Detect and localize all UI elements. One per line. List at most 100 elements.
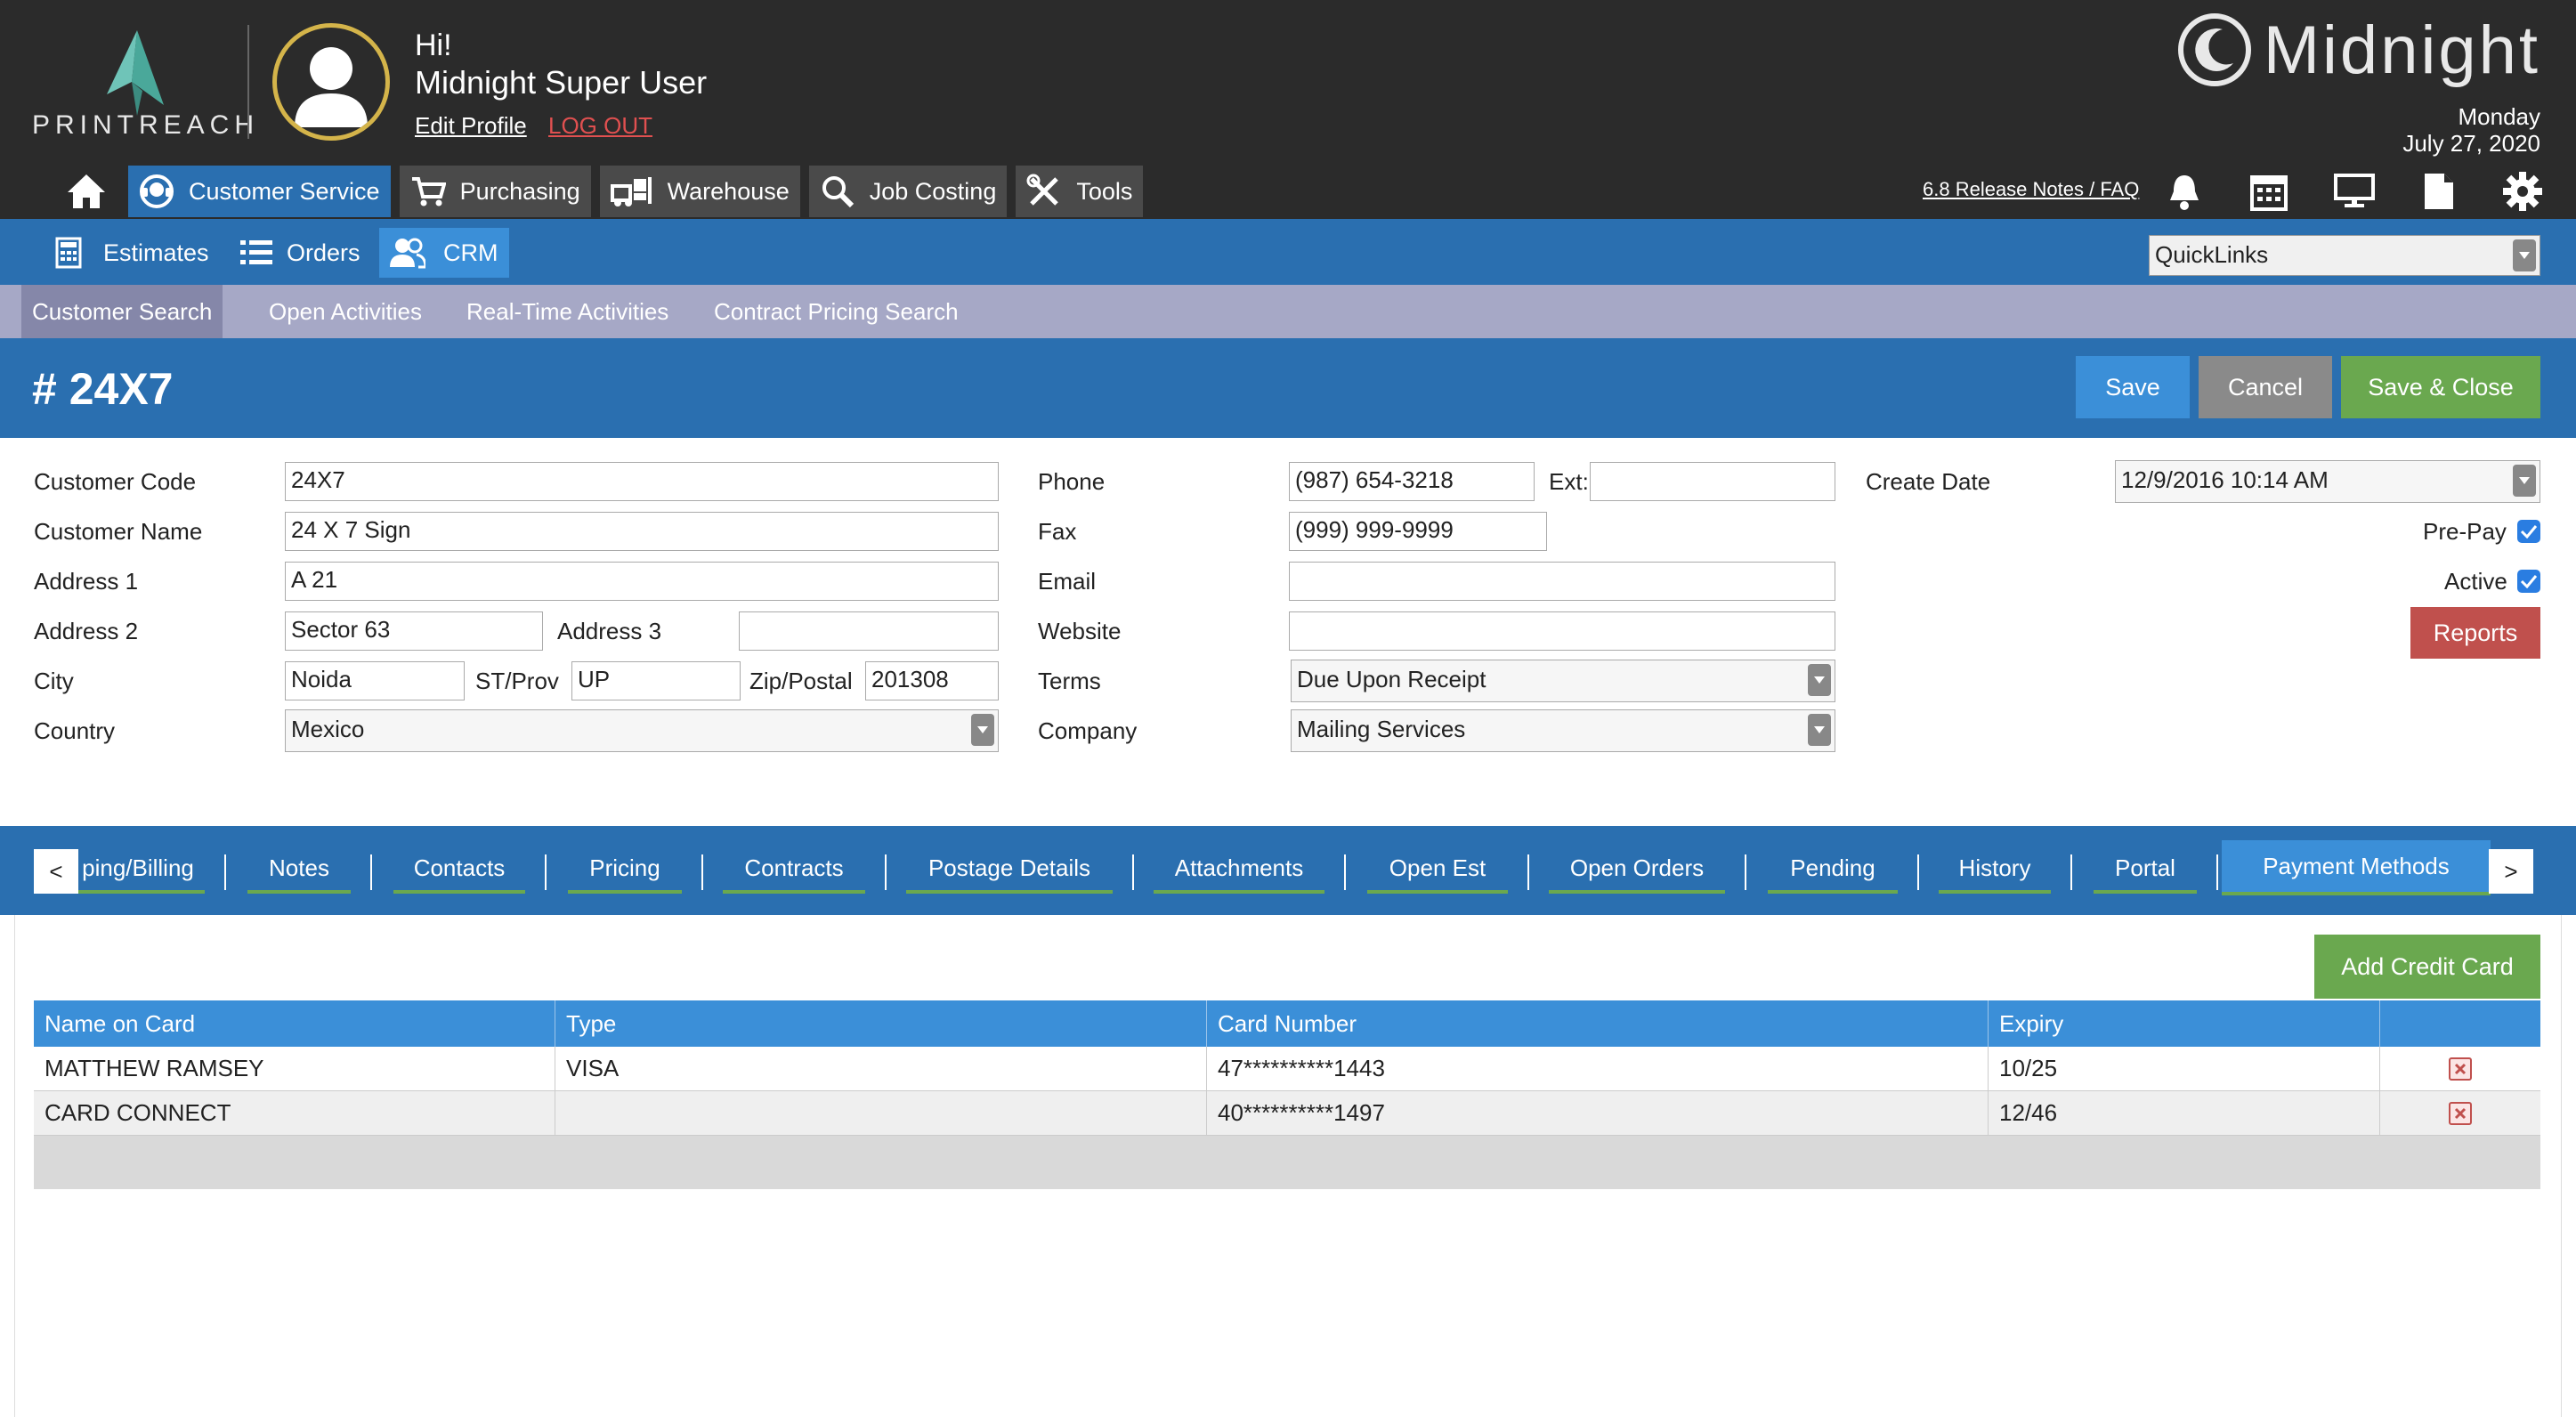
tab-open-est[interactable]: Open Est <box>1367 846 1508 894</box>
notifications-button[interactable] <box>2167 166 2202 217</box>
checkmark-icon <box>2520 525 2538 538</box>
company-select[interactable]: Mailing Services <box>1291 709 1835 752</box>
table-footer <box>34 1136 2540 1189</box>
nav-tools[interactable]: Tools <box>1016 166 1144 217</box>
ext-field[interactable] <box>1590 462 1835 501</box>
nav-purchasing[interactable]: Purchasing <box>399 166 591 217</box>
create-date-select[interactable]: 12/9/2016 10:14 AM <box>2115 460 2540 503</box>
tab-open-orders[interactable]: Open Orders <box>1549 846 1725 894</box>
fax-field[interactable]: (999) 999-9999 <box>1289 512 1547 551</box>
reports-button[interactable]: Reports <box>2410 607 2540 659</box>
chevron-down-icon <box>2513 465 2536 497</box>
prepay-checkbox[interactable] <box>2517 520 2540 543</box>
subnav-orders[interactable]: Orders <box>230 228 371 278</box>
nav-job-costing[interactable]: Job Costing <box>808 166 1008 217</box>
moon-logo-icon <box>2177 13 2251 86</box>
tab-portal[interactable]: Portal <box>2094 846 2197 894</box>
logout-link[interactable]: LOG OUT <box>548 112 652 140</box>
calendar-button[interactable] <box>2250 166 2288 217</box>
delete-icon[interactable] <box>2449 1101 2472 1125</box>
column-header[interactable]: Name on Card <box>34 1000 555 1047</box>
delete-icon[interactable] <box>2449 1057 2472 1081</box>
tab-contracts[interactable]: Contracts <box>723 846 865 894</box>
nav-label: Warehouse <box>667 177 790 205</box>
add-credit-card-button[interactable]: Add Credit Card <box>2314 935 2540 999</box>
customer-form: Customer Code 24X7 Customer Name 24 X 7 … <box>0 438 2576 826</box>
tab-pending[interactable]: Pending <box>1768 846 1898 894</box>
release-notes-link[interactable]: 6.8 Release Notes / FAQ <box>1923 178 2139 201</box>
customer-code-field[interactable]: 24X7 <box>285 462 999 501</box>
column-header[interactable]: Card Number <box>1207 1000 1989 1047</box>
zip-field[interactable]: 201308 <box>865 661 999 700</box>
tab-contacts[interactable]: Contacts <box>393 846 525 894</box>
display-button[interactable] <box>2334 166 2375 217</box>
save-close-button[interactable]: Save & Close <box>2341 356 2540 418</box>
tert-contract-pricing-search[interactable]: Contract Pricing Search <box>703 285 969 338</box>
tabs-scroll-left[interactable]: < <box>34 849 78 894</box>
document-button[interactable] <box>2423 166 2455 217</box>
tert-customer-search[interactable]: Customer Search <box>21 285 223 338</box>
quicklinks-select[interactable]: QuickLinks <box>2149 235 2540 276</box>
tab-divider <box>1527 854 1529 890</box>
phone-field[interactable]: (987) 654-3218 <box>1289 462 1535 501</box>
save-button[interactable]: Save <box>2076 356 2190 418</box>
subnav-label: Estimates <box>103 239 209 266</box>
stprov-field[interactable]: UP <box>571 661 741 700</box>
column-header[interactable]: Type <box>555 1000 1207 1047</box>
column-header[interactable]: Expiry <box>1989 1000 2380 1047</box>
cell-type <box>555 1091 1207 1135</box>
table-row[interactable]: CARD CONNECT 40**********1497 12/46 <box>34 1091 2540 1136</box>
subnav-crm[interactable]: CRM <box>379 228 509 278</box>
tab-attachments[interactable]: Attachments <box>1154 846 1324 894</box>
email-field[interactable] <box>1289 562 1835 601</box>
customer-name-field[interactable]: 24 X 7 Sign <box>285 512 999 551</box>
fax-label: Fax <box>1038 518 1077 545</box>
tert-realtime-activities[interactable]: Real-Time Activities <box>456 285 679 338</box>
subnav-label: Orders <box>287 239 360 266</box>
calendar-icon <box>2250 175 2288 211</box>
tabs-scroll-right[interactable]: > <box>2489 849 2533 894</box>
subnav-estimates[interactable]: Estimates <box>45 228 220 278</box>
nav-label: Job Costing <box>869 177 997 205</box>
customer-name-label: Customer Name <box>34 518 203 545</box>
cancel-button[interactable]: Cancel <box>2199 356 2332 418</box>
list-icon <box>240 240 272 264</box>
phone-label: Phone <box>1038 468 1106 495</box>
active-checkbox[interactable] <box>2517 570 2540 593</box>
tab-divider <box>1745 854 1746 890</box>
address3-field[interactable] <box>739 611 999 651</box>
country-select[interactable]: Mexico <box>285 709 999 752</box>
city-field[interactable]: Noida <box>285 661 465 700</box>
terms-select[interactable]: Due Upon Receipt <box>1291 660 1835 702</box>
home-button[interactable] <box>53 166 119 217</box>
tab-history[interactable]: History <box>1939 846 2051 894</box>
chevron-down-icon <box>2513 239 2536 271</box>
tab-divider <box>545 854 547 890</box>
nav-warehouse[interactable]: Warehouse <box>599 166 800 217</box>
page-title: # 24X7 <box>32 364 174 414</box>
table-row[interactable]: MATTHEW RAMSEY VISA 47**********1443 10/… <box>34 1047 2540 1091</box>
address2-field[interactable]: Sector 63 <box>285 611 543 651</box>
tab-notes[interactable]: Notes <box>247 846 351 894</box>
home-icon <box>68 174 105 208</box>
settings-button[interactable] <box>2503 166 2542 217</box>
gear-icon <box>2503 172 2542 211</box>
tab-shipping-billing[interactable]: ping/Billing <box>71 846 205 894</box>
avatar[interactable] <box>272 23 390 141</box>
create-date-label: Create Date <box>1866 468 1991 495</box>
address1-field[interactable]: A 21 <box>285 562 999 601</box>
zip-label: Zip/Postal <box>749 668 853 694</box>
forklift-icon <box>610 177 652 206</box>
nav-customer-service[interactable]: Customer Service <box>128 166 391 217</box>
tertiary-nav: Customer Search Open Activities Real-Tim… <box>0 285 2576 338</box>
tert-open-activities[interactable]: Open Activities <box>258 285 433 338</box>
terms-label: Terms <box>1038 668 1101 694</box>
tab-postage-details[interactable]: Postage Details <box>906 846 1113 894</box>
tab-divider <box>224 854 226 890</box>
tab-payment-methods[interactable]: Payment Methods <box>2222 840 2491 895</box>
website-field[interactable] <box>1289 611 1835 651</box>
cell-actions <box>2380 1047 2540 1090</box>
edit-profile-link[interactable]: Edit Profile <box>415 112 527 140</box>
tab-pricing[interactable]: Pricing <box>568 846 682 894</box>
tab-divider <box>2216 854 2218 890</box>
